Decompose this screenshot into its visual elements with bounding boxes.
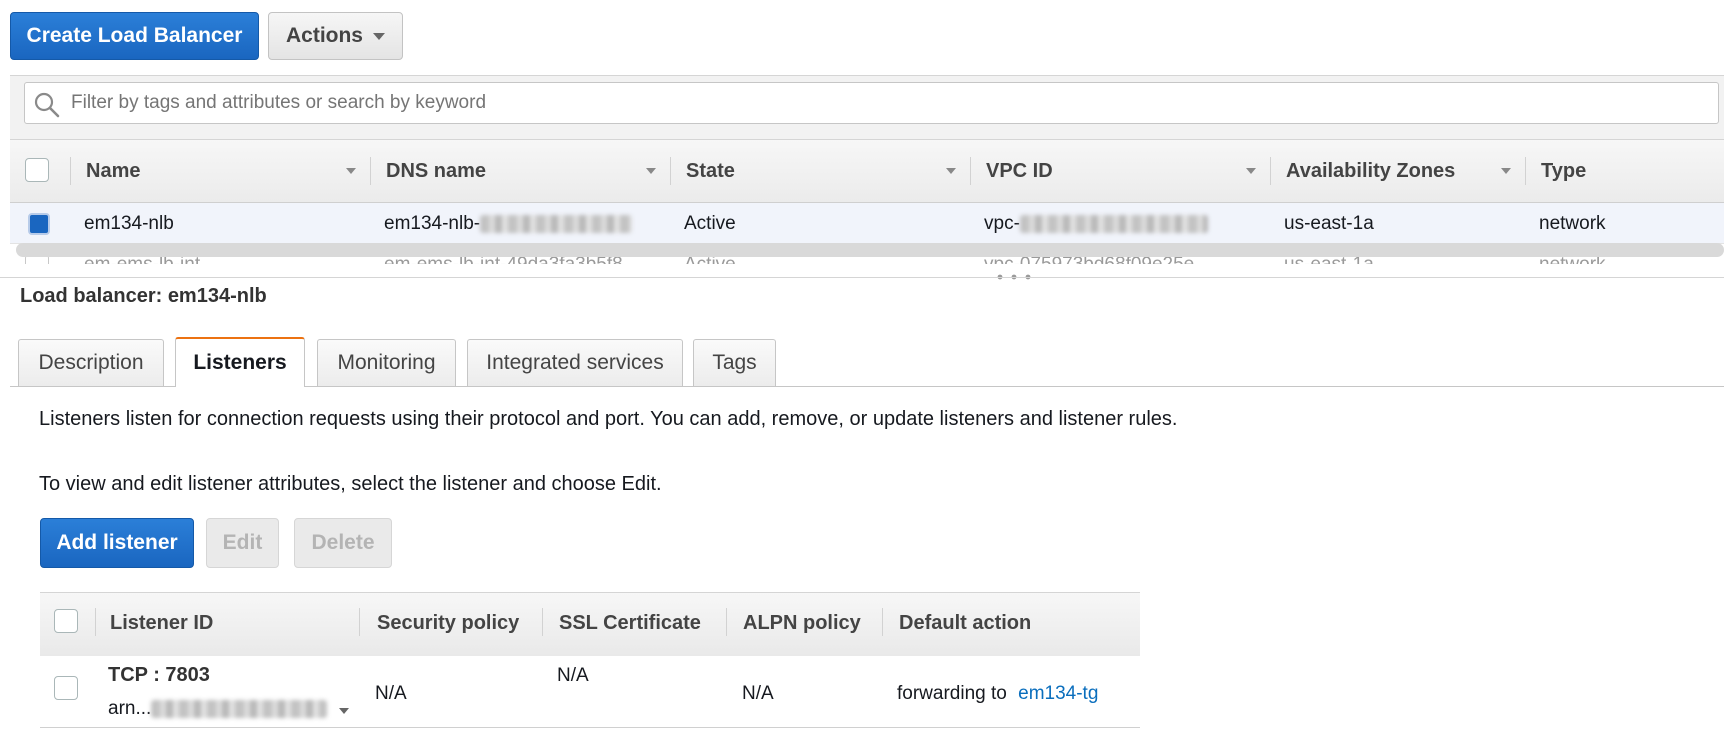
tab-tags-label: Tags xyxy=(712,351,757,374)
lb-table-header xyxy=(10,139,1724,203)
panel-divider xyxy=(0,277,1724,278)
tab-monitoring-label: Monitoring xyxy=(337,351,436,374)
lb-name-cell: em134-nlb xyxy=(84,213,174,234)
table-row[interactable]: em134-nlb em134-nlb- Active vpc- us-east… xyxy=(10,203,1724,244)
sort-name-icon[interactable] xyxy=(346,168,356,174)
lb-vpc-prefix: vpc- xyxy=(984,213,1020,234)
actions-label: Actions xyxy=(285,24,363,47)
actions-button[interactable]: Actions xyxy=(268,12,403,60)
target-group-link[interactable]: em134-tg xyxy=(1018,683,1098,704)
sort-dns-icon[interactable] xyxy=(646,168,656,174)
add-listener-button[interactable]: Add listener xyxy=(40,518,194,568)
col-state[interactable]: State xyxy=(686,160,735,183)
col-availability-zones[interactable]: Availability Zones xyxy=(1286,160,1455,183)
edit-listener-label: Edit xyxy=(222,531,263,554)
listener-arn-prefix: arn... xyxy=(108,698,152,719)
default-action-cell: forwarding to em134-tg xyxy=(897,683,1098,705)
col-security-policy: Security policy xyxy=(377,612,520,634)
listener-row-checkbox[interactable] xyxy=(54,676,78,700)
add-listener-label: Add listener xyxy=(56,531,178,554)
delete-listener-button[interactable]: Delete xyxy=(294,518,392,568)
select-all-listeners-checkbox[interactable] xyxy=(54,609,78,633)
tab-monitoring[interactable]: Monitoring xyxy=(317,339,456,386)
lb-az-cell: us-east-1a xyxy=(1284,213,1374,234)
sort-state-icon[interactable] xyxy=(946,168,956,174)
tab-integrated-services[interactable]: Integrated services xyxy=(467,339,683,386)
search-input[interactable] xyxy=(69,88,1669,118)
tab-description-label: Description xyxy=(38,351,144,374)
details-title: Load balancer: em134-nlb xyxy=(20,285,267,307)
select-all-checkbox[interactable] xyxy=(25,158,49,182)
alpn-policy-cell: N/A xyxy=(742,683,774,704)
chevron-down-icon xyxy=(373,32,385,40)
default-action-text: forwarding to xyxy=(897,683,1007,704)
tab-tags[interactable]: Tags xyxy=(693,339,776,386)
sort-az-icon[interactable] xyxy=(1501,168,1511,174)
lb-dns-prefix: em134-nlb- xyxy=(384,213,481,234)
lb-state-cell: Active xyxy=(684,213,736,234)
col-dns-name[interactable]: DNS name xyxy=(386,160,486,183)
security-policy-cell: N/A xyxy=(375,683,407,704)
delete-listener-label: Delete xyxy=(311,531,375,554)
listener-protocol-port: TCP : 7803 xyxy=(108,664,210,686)
lb-type-cell: network xyxy=(1539,213,1606,234)
table-row[interactable]: TCP : 7803 arn... N/A N/A N/A forwarding… xyxy=(40,656,1140,728)
edit-listener-button[interactable]: Edit xyxy=(206,518,279,568)
row-checkbox-checked[interactable] xyxy=(28,213,50,235)
search-box[interactable] xyxy=(24,82,1719,124)
col-type[interactable]: Type xyxy=(1541,160,1586,183)
expand-arn-icon[interactable] xyxy=(338,708,349,714)
listeners-edit-hint: To view and edit listener attributes, se… xyxy=(39,473,662,495)
tab-listeners-label: Listeners xyxy=(193,351,287,374)
listeners-info-text: Listeners listen for connection requests… xyxy=(39,408,1178,430)
redacted-vpc xyxy=(1019,214,1208,233)
sort-vpc-icon[interactable] xyxy=(1246,168,1256,174)
col-default-action: Default action xyxy=(899,612,1032,634)
panel-resize-handle[interactable] xyxy=(994,268,1034,280)
col-listener-id: Listener ID xyxy=(110,612,214,634)
listener-arn[interactable]: arn... xyxy=(108,698,349,720)
tab-description[interactable]: Description xyxy=(18,339,164,386)
redacted-arn xyxy=(151,699,328,718)
lb-vpc-cell: vpc- xyxy=(984,213,1208,235)
col-ssl-certificate: SSL Certificate xyxy=(559,612,701,634)
create-load-balancer-button[interactable]: Create Load Balancer xyxy=(10,12,259,60)
col-alpn-policy: ALPN policy xyxy=(743,612,861,634)
col-vpc-id[interactable]: VPC ID xyxy=(986,160,1053,183)
create-load-balancer-label: Create Load Balancer xyxy=(26,24,243,47)
tab-listeners[interactable]: Listeners xyxy=(175,337,305,387)
redacted-dns xyxy=(480,214,633,233)
search-icon xyxy=(34,92,60,118)
col-name[interactable]: Name xyxy=(86,160,140,183)
lb-dns-cell: em134-nlb- xyxy=(384,213,633,235)
tab-integrated-services-label: Integrated services xyxy=(486,351,664,374)
horizontal-scrollbar[interactable] xyxy=(16,243,1724,257)
ssl-certificate-cell: N/A xyxy=(557,665,589,686)
active-tab-gap xyxy=(176,385,304,388)
